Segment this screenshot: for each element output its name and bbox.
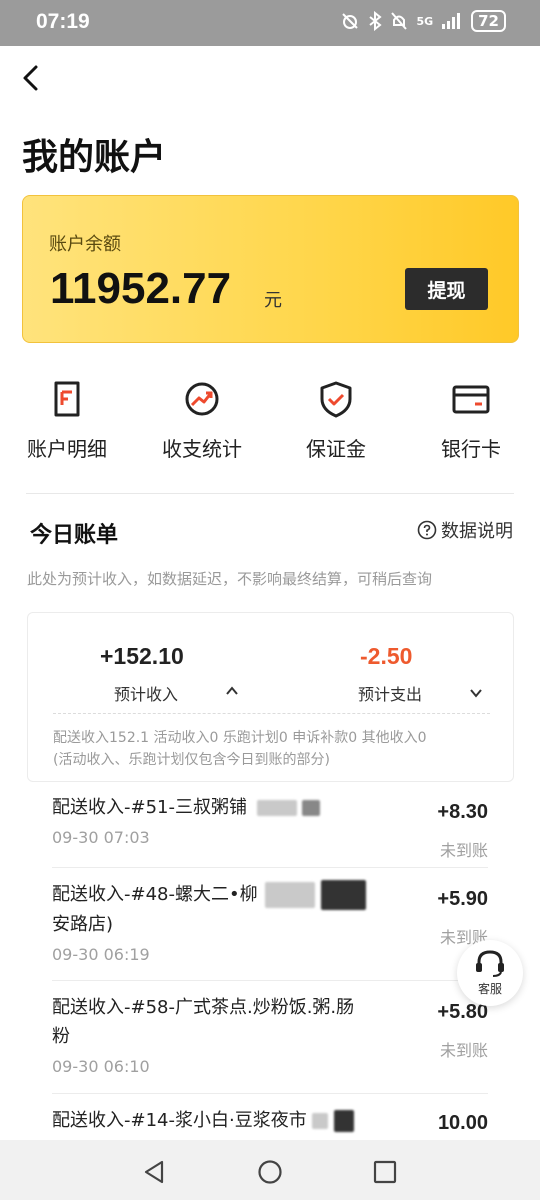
status-icons: 5G 72 — [340, 10, 506, 32]
withdraw-button[interactable]: 提现 — [405, 268, 488, 310]
nav-back-icon[interactable] — [141, 1158, 169, 1186]
data-note-label: 数据说明 — [441, 521, 513, 542]
transaction-time: 09-30 06:10 — [52, 1057, 150, 1076]
divider — [26, 493, 514, 494]
transaction-amount: +8.30 — [437, 801, 488, 823]
bank-card-icon — [452, 385, 490, 414]
status-bar: 07:19 5G 72 — [0, 0, 540, 46]
transaction-time: 09-30 06:19 — [52, 945, 150, 964]
balance-card: 账户余额 11952.77 元 提现 — [22, 195, 519, 343]
transaction-title-text: 配送收入-#51-三叔粥铺 — [52, 797, 247, 818]
menu-label-deposit: 保证金 — [306, 437, 366, 461]
status-time: 07:19 — [36, 10, 90, 33]
signal-icon — [442, 13, 461, 29]
transaction-list: 配送收入-#51-三叔粥铺 09-30 07:03 +8.30 未到账 配送收入… — [52, 793, 488, 1154]
redacted-text — [256, 800, 297, 816]
chevron-down-icon[interactable] — [468, 685, 484, 701]
trend-chart-icon — [185, 382, 219, 416]
redacted-text — [321, 880, 367, 910]
transaction-amount: +5.90 — [437, 888, 488, 910]
transaction-status: 未到账 — [439, 1041, 488, 1060]
customer-service-button[interactable]: 客服 — [457, 940, 523, 1006]
transaction-amount: 10.00 — [437, 1112, 488, 1134]
customer-service-label: 客服 — [477, 982, 502, 996]
hint-text: 此处为预计收入，如数据延迟，不影响最终结算，可稍后查询 — [27, 570, 433, 588]
redacted-text — [302, 800, 321, 816]
chevron-up-icon[interactable] — [224, 683, 240, 699]
system-nav-bar — [0, 1140, 540, 1200]
redacted-text — [265, 882, 316, 908]
redacted-text — [312, 1113, 329, 1129]
network-type: 5G — [416, 14, 434, 28]
alarm-icon — [342, 13, 359, 29]
income-label[interactable]: 预计收入 — [114, 681, 178, 705]
summary-card: +152.10 预计收入 -2.50 预计支出 配送收入152.1 活动收入0 … — [27, 612, 514, 782]
menu-item-bank-card[interactable]: 银行卡 — [406, 375, 536, 462]
document-icon — [54, 381, 80, 417]
page-title: 我的账户 — [22, 137, 167, 178]
transaction-row[interactable]: 配送收入-#58-广式茶点.炒粉饭.粥.肠 粉 09-30 06:10 +5.8… — [52, 981, 488, 1094]
transaction-row[interactable]: 配送收入-#51-三叔粥铺 09-30 07:03 +8.30 未到账 — [52, 793, 488, 868]
account-menu: 账户明细 收支统计 保证金 银行卡 — [0, 375, 540, 475]
summary-detail-line1: 配送收入152.1 活动收入0 乐跑计划0 申诉补款0 其他收入0 — [53, 730, 427, 746]
balance-amount: 11952.77 — [50, 264, 232, 313]
menu-item-account-details[interactable]: 账户明细 — [2, 375, 132, 462]
transaction-time: 09-30 07:03 — [52, 828, 150, 847]
bluetooth-icon — [369, 11, 383, 31]
balance-unit: 元 — [264, 290, 282, 311]
menu-item-deposit[interactable]: 保证金 — [271, 375, 401, 462]
transaction-title-line2: 粉 — [52, 1026, 70, 1047]
transaction-title-text: 配送收入-#58-广式茶点.炒粉饭.粥.肠 — [52, 997, 355, 1018]
menu-label-bank-card: 银行卡 — [441, 437, 501, 461]
chevron-left-icon[interactable] — [14, 60, 50, 96]
expense-value: -2.50 — [360, 643, 413, 669]
summary-divider — [53, 713, 490, 714]
transaction-title: 配送收入-#58-广式茶点.炒粉饭.粥.肠 粉 — [52, 993, 412, 1051]
transaction-row[interactable]: 配送收入-#48-螺大二•柳 安路店) 09-30 06:19 +5.90 未到… — [52, 868, 488, 981]
transaction-title: 配送收入-#51-三叔粥铺 — [52, 793, 412, 822]
battery-indicator: 72 — [471, 10, 506, 32]
menu-item-statistics[interactable]: 收支统计 — [137, 375, 267, 462]
menu-label-account-details: 账户明细 — [27, 437, 107, 461]
balance-label: 账户余额 — [49, 234, 121, 255]
transaction-title-text: 配送收入-#14-浆小白·豆浆夜市 — [52, 1110, 307, 1131]
summary-detail: 配送收入152.1 活动收入0 乐跑计划0 申诉补款0 其他收入0 (活动收入、… — [53, 727, 503, 771]
data-note-link[interactable]: 数据说明 — [417, 517, 513, 543]
headset-icon — [476, 950, 504, 977]
today-bill-title: 今日账单 — [30, 523, 119, 548]
summary-detail-line2: (活动收入、乐跑计划仅包含今日到账的部分) — [53, 752, 330, 768]
redacted-text — [334, 1110, 355, 1132]
transaction-title: 配送收入-#14-浆小白·豆浆夜市 — [52, 1106, 412, 1135]
nav-home-icon[interactable] — [256, 1158, 284, 1186]
income-value: +152.10 — [100, 643, 184, 669]
expense-label[interactable]: 预计支出 — [358, 681, 422, 705]
transaction-title-text: 配送收入-#48-螺大二•柳 — [52, 884, 258, 905]
nav-recent-icon[interactable] — [371, 1158, 399, 1186]
help-circle-icon — [417, 520, 437, 540]
transaction-title-line2: 安路店) — [52, 914, 114, 935]
mute-icon — [391, 12, 408, 30]
menu-label-statistics: 收支统计 — [162, 437, 242, 461]
transaction-status: 未到账 — [439, 841, 488, 860]
transaction-title: 配送收入-#48-螺大二•柳 安路店) — [52, 880, 412, 939]
shield-check-icon — [320, 381, 352, 418]
